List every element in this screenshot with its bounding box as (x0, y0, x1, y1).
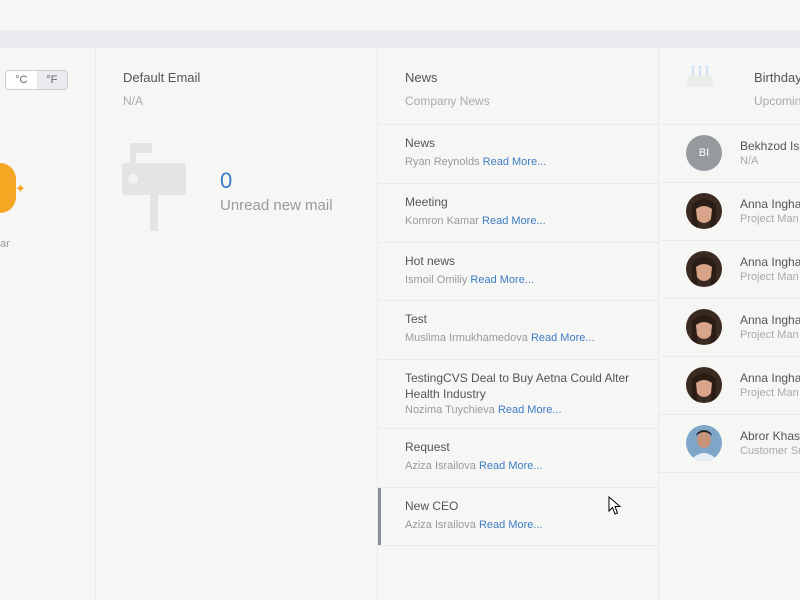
news-item[interactable]: Meeting Komron Kamar Read More... (378, 184, 658, 243)
read-more-link[interactable]: Read More... (479, 519, 543, 531)
birthday-title: Birthday (754, 70, 800, 85)
birthday-subtitle: Upcomin (754, 94, 800, 108)
news-item[interactable]: News Ryan Reynolds Read More... (378, 125, 658, 184)
person-name: Anna Ingha (740, 197, 800, 211)
person-role: Customer Su (740, 445, 800, 457)
weather-widget: °C °F ✦ ar (0, 48, 96, 600)
cake-icon (686, 64, 714, 93)
news-item-author: Ryan Reynolds (405, 156, 480, 168)
person-name: Abror Khas (740, 429, 800, 443)
news-item-author: Komron Kamar (405, 215, 479, 227)
news-title: News (405, 70, 438, 85)
mouse-cursor-icon (608, 495, 622, 521)
news-item-author: Aziza Israilova (405, 460, 476, 472)
person-role: Project Man (740, 387, 799, 399)
birthday-row[interactable]: Anna Ingha Project Man (659, 241, 800, 299)
person-name: Anna Ingha (740, 371, 800, 385)
news-item-title: Request (405, 440, 450, 454)
news-item-title: TestingCVS Deal to Buy Aetna Could Alter… (405, 371, 630, 401)
sun-icon (0, 163, 16, 213)
avatar (686, 367, 722, 403)
avatar (686, 309, 722, 345)
avatar: BI (686, 135, 722, 171)
avatar (686, 193, 722, 229)
birthday-row[interactable]: Anna Ingha Project Man (659, 357, 800, 415)
news-subtitle: Company News (405, 94, 490, 108)
birthday-row[interactable]: BI Bekhzod Is N/A (659, 125, 800, 183)
mailbox-icon (122, 143, 188, 238)
birthday-widget: Birthday Upcomin BI Bekhzod Is N/A Anna … (659, 48, 800, 600)
news-item-title: New CEO (405, 499, 459, 513)
top-bar (0, 0, 800, 30)
birthday-row[interactable]: Anna Ingha Project Man (659, 299, 800, 357)
avatar (686, 251, 722, 287)
temperature-unit-toggle[interactable]: °C °F (5, 70, 68, 90)
unread-mail-count[interactable]: 0 (220, 168, 232, 194)
person-name: Anna Ingha (740, 313, 800, 327)
news-item-title: News (405, 136, 436, 150)
news-item-title: Test (405, 312, 428, 326)
news-item-author: Muslima Irmukhamedova (405, 332, 528, 344)
news-header: News Company News (378, 48, 658, 125)
person-role: Project Man (740, 271, 799, 283)
email-subtitle: N/A (123, 94, 144, 108)
read-more-link[interactable]: Read More... (531, 332, 595, 344)
email-title: Default Email (123, 70, 201, 85)
news-item-author: Aziza Israilova (405, 519, 476, 531)
news-item-author: Nozima Tuychieva (405, 404, 495, 416)
avatar (686, 425, 722, 461)
person-role: N/A (740, 155, 759, 167)
sparkle-icon: ✦ (15, 181, 26, 196)
news-item-title: Hot news (405, 254, 456, 268)
celsius-button[interactable]: °C (6, 71, 37, 89)
news-item[interactable]: Test Muslima Irmukhamedova Read More... (378, 301, 658, 360)
birthday-row[interactable]: Abror Khas Customer Su (659, 415, 800, 473)
news-item[interactable]: Request Aziza Israilova Read More... (378, 429, 658, 488)
read-more-link[interactable]: Read More... (479, 460, 543, 472)
news-item[interactable]: TestingCVS Deal to Buy Aetna Could Alter… (378, 360, 658, 429)
news-item-author: Ismoil Omiliy (405, 274, 468, 286)
person-name: Bekhzod Is (740, 139, 800, 153)
person-name: Anna Ingha (740, 255, 800, 269)
read-more-link[interactable]: Read More... (498, 404, 562, 416)
read-more-link[interactable]: Read More... (470, 274, 534, 286)
read-more-link[interactable]: Read More... (483, 156, 547, 168)
news-item-title: Meeting (405, 195, 448, 209)
weather-label: ar (0, 238, 10, 250)
birthday-header: Birthday Upcomin (659, 48, 800, 125)
person-role: Project Man (740, 213, 799, 225)
unread-mail-label: Unread new mail (220, 197, 333, 214)
email-widget: Default Email N/A 0 Unread new mail (96, 48, 378, 600)
read-more-link[interactable]: Read More... (482, 215, 546, 227)
birthday-row[interactable]: Anna Ingha Project Man (659, 183, 800, 241)
news-item[interactable]: Hot news Ismoil Omiliy Read More... (378, 243, 658, 301)
header-stripe (0, 30, 800, 48)
fahrenheit-button[interactable]: °F (36, 71, 67, 89)
person-role: Project Man (740, 329, 799, 341)
